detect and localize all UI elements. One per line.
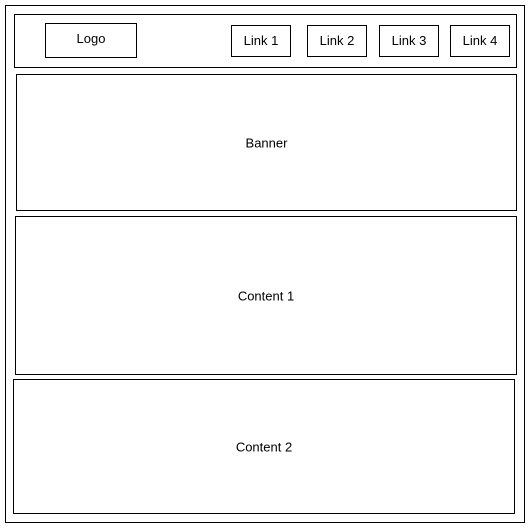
content-2-label: Content 2 xyxy=(235,439,293,454)
nav-link-1-label: Link 1 xyxy=(243,33,279,48)
nav-link-3-label: Link 3 xyxy=(391,33,427,48)
banner-section: Banner xyxy=(16,74,517,211)
banner-label: Banner xyxy=(245,135,288,150)
content-2-section: Content 2 xyxy=(13,379,515,514)
nav-link-1[interactable]: Link 1 xyxy=(231,25,291,57)
logo-box[interactable]: Logo xyxy=(45,23,137,58)
content-1-label: Content 1 xyxy=(237,288,295,303)
logo-label: Logo xyxy=(76,31,106,46)
content-1-section: Content 1 xyxy=(15,216,517,375)
nav-link-4-label: Link 4 xyxy=(462,33,498,48)
nav-link-2-label: Link 2 xyxy=(319,33,355,48)
nav-link-4[interactable]: Link 4 xyxy=(450,25,510,57)
nav-link-3[interactable]: Link 3 xyxy=(379,25,439,57)
nav-link-2[interactable]: Link 2 xyxy=(307,25,367,57)
